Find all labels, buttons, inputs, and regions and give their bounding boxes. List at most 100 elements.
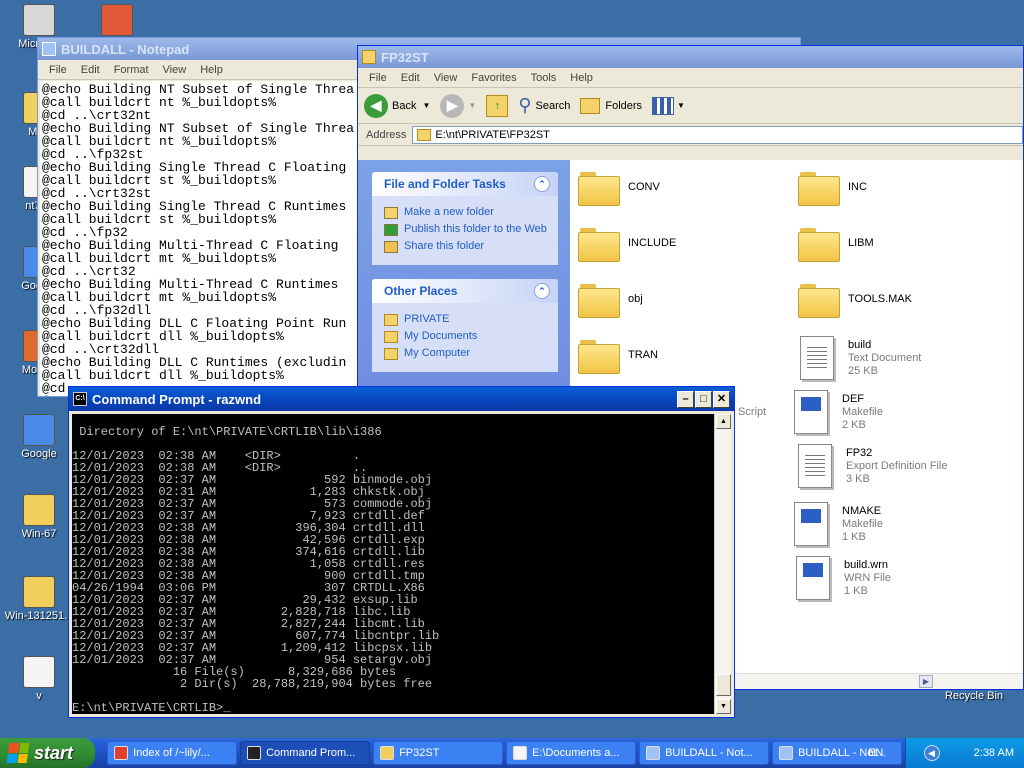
new-folder-icon <box>384 207 398 219</box>
place-link[interactable]: PRIVATE <box>384 313 548 326</box>
console-output[interactable]: Directory of E:\nt\PRIVATE\CRTLIB\lib\i3… <box>72 414 714 714</box>
task-link[interactable]: Publish this folder to the Web <box>384 223 548 236</box>
file-item[interactable]: INCLUDE <box>578 226 778 262</box>
file-item[interactable]: build Text Document 25 KB <box>800 336 1000 380</box>
file-folder-tasks-header[interactable]: File and Folder Tasks ⌃ <box>372 172 558 196</box>
chevron-down-icon[interactable]: ▼ <box>422 101 430 110</box>
forward-button[interactable]: ▶ ▼ <box>440 93 476 118</box>
folder-icon <box>798 170 840 206</box>
file-size: 2 KB <box>842 418 866 431</box>
views-button[interactable]: ▼ <box>652 96 685 115</box>
taskbar-button[interactable]: Command Prom... <box>240 741 371 765</box>
address-bar: Address E:\nt\PRIVATE\FP32ST <box>358 124 1023 146</box>
file-item[interactable]: TRAN <box>578 338 778 374</box>
file-item[interactable]: obj <box>578 282 778 318</box>
desktop-icon[interactable]: v <box>2 656 76 702</box>
forward-arrow-icon: ▶ <box>440 93 465 118</box>
menu-item-edit[interactable]: Edit <box>394 72 427 84</box>
address-input[interactable]: E:\nt\PRIVATE\FP32ST <box>412 125 1023 144</box>
console-line: 2 Dir(s) 28,788,219,904 bytes free <box>72 677 433 691</box>
scroll-right-icon[interactable]: ▶ <box>919 675 933 688</box>
file-info: build.wrn WRN File 1 KB <box>844 559 891 598</box>
collapse-icon[interactable]: ⌃ <box>534 283 550 299</box>
file-info: INC <box>848 181 867 194</box>
desktop-icon[interactable]: Win-131251... <box>2 576 76 622</box>
tray-arrow-icon[interactable]: ◀ <box>923 745 940 761</box>
file-item[interactable]: NMAKE Makefile 1 KB <box>794 502 994 546</box>
search-button[interactable]: ⚲ Search <box>518 95 570 116</box>
menu-item-file[interactable]: File <box>42 64 74 76</box>
place-label: My Computer <box>404 347 471 359</box>
desktop-icon[interactable]: Win-67 <box>2 494 76 540</box>
file-item[interactable]: CONV <box>578 170 778 206</box>
maximize-button[interactable]: □ <box>695 390 712 408</box>
taskbar-button[interactable]: FP32ST <box>373 741 504 765</box>
file-item[interactable]: DEF Makefile 2 KB <box>794 390 994 434</box>
desktop-icon-image <box>23 494 55 526</box>
file-info: NMAKE Makefile 1 KB <box>842 505 883 544</box>
explorer-titlebar[interactable]: FP32ST <box>358 46 1023 68</box>
folder-icon <box>798 282 840 318</box>
folders-button[interactable]: Folders <box>580 97 642 114</box>
menu-item-edit[interactable]: Edit <box>74 64 107 76</box>
scroll-down-icon[interactable]: ▼ <box>716 699 731 714</box>
file-info: DEF Makefile 2 KB <box>842 393 883 432</box>
menu-item-help[interactable]: Help <box>563 72 600 84</box>
menu-item-view[interactable]: View <box>156 64 194 76</box>
command-prompt-window[interactable]: C:\ Command Prompt - razwnd – □ ✕ Direct… <box>68 386 735 718</box>
taskbar-button[interactable]: E:\Documents a... <box>506 741 637 765</box>
desktop-icon[interactable] <box>80 4 154 38</box>
file-item[interactable]: TOOLS.MAK <box>798 282 998 318</box>
file-size: 3 KB <box>846 472 870 485</box>
file-type: WRN File <box>844 571 892 584</box>
taskbar-button[interactable]: BUILDALL - Not... <box>639 741 770 765</box>
taskbar-button-label: Command Prom... <box>266 747 356 759</box>
menu-item-help[interactable]: Help <box>193 64 230 76</box>
up-button[interactable]: ↑ <box>486 94 509 117</box>
clock[interactable]: 2:38 AM <box>974 747 1014 759</box>
task-label: Share this folder <box>404 240 485 252</box>
task-link[interactable]: Share this folder <box>384 240 548 253</box>
desktop-icon[interactable]: Google <box>2 414 76 460</box>
taskbar-app-icon <box>513 746 528 760</box>
back-button[interactable]: ◀ Back ▼ <box>364 93 430 118</box>
vertical-scrollbar[interactable]: ▲ ▼ <box>714 414 731 714</box>
chevron-down-icon[interactable]: ▼ <box>468 101 476 110</box>
file-item[interactable]: LIBM <box>798 226 998 262</box>
taskbar-button[interactable]: Index of /~lily/... <box>107 741 238 765</box>
file-item[interactable]: FP32 Export Definition File 3 KB <box>798 444 998 488</box>
menu-item-favorites[interactable]: Favorites <box>464 72 523 84</box>
taskbar-button-label: Index of /~lily/... <box>133 747 210 759</box>
menu-item-format[interactable]: Format <box>107 64 156 76</box>
place-link[interactable]: My Documents <box>384 330 548 343</box>
file-folder-tasks-panel: File and Folder Tasks ⌃ Make a new folde… <box>372 172 558 265</box>
language-indicator[interactable]: EN <box>868 747 883 759</box>
close-button[interactable]: ✕ <box>713 390 730 408</box>
file-name: FP32 <box>846 446 873 459</box>
scroll-thumb[interactable] <box>716 674 731 696</box>
back-arrow-icon: ◀ <box>364 93 388 118</box>
desktop-icon-image <box>23 414 55 446</box>
file-info: LIBM <box>848 237 874 250</box>
menu-item-view[interactable]: View <box>427 72 465 84</box>
menu-item-file[interactable]: File <box>362 72 394 84</box>
cmd-titlebar[interactable]: C:\ Command Prompt - razwnd – □ ✕ <box>69 387 734 411</box>
chevron-down-icon[interactable]: ▼ <box>677 101 685 110</box>
views-icon <box>652 96 675 115</box>
taskbar-button-label: E:\Documents a... <box>532 747 620 759</box>
scroll-up-icon[interactable]: ▲ <box>716 414 731 429</box>
other-places-list: PRIVATE My Documents My Computer <box>372 303 558 372</box>
minimize-button[interactable]: – <box>677 390 694 408</box>
place-link[interactable]: My Computer <box>384 347 548 360</box>
file-item[interactable]: INC <box>798 170 998 206</box>
task-link[interactable]: Make a new folder <box>384 206 548 219</box>
collapse-icon[interactable]: ⌃ <box>534 176 550 192</box>
file-item[interactable]: build.wrn WRN File 1 KB <box>796 556 996 600</box>
other-places-header[interactable]: Other Places ⌃ <box>372 279 558 303</box>
menu-item-tools[interactable]: Tools <box>524 72 564 84</box>
file-type: Text Document <box>848 351 922 364</box>
start-button[interactable]: start <box>0 738 96 768</box>
address-label: Address <box>366 128 407 141</box>
desktop-icon-image <box>101 4 133 36</box>
desktop-icon-image <box>23 4 55 36</box>
